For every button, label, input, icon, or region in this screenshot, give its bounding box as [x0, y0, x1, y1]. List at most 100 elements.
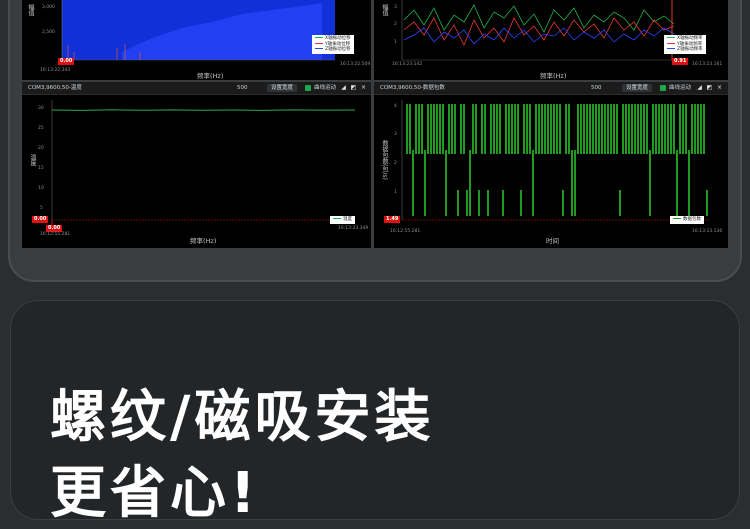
packet-bar	[610, 104, 612, 154]
packet-bar	[601, 104, 603, 154]
packet-bar	[415, 104, 417, 154]
packet-bar	[622, 104, 624, 154]
packet-bar	[553, 104, 555, 154]
packet-bar	[496, 104, 498, 154]
x-axis-label: 时间	[546, 237, 559, 245]
packet-bar	[616, 104, 618, 154]
packet-bar	[634, 104, 636, 154]
temperature-chart	[51, 100, 356, 230]
packet-bar	[475, 104, 477, 154]
packet-bar	[643, 104, 645, 154]
legend: 数据包数	[670, 216, 704, 224]
packet-bar	[535, 104, 537, 154]
packet-bar	[526, 104, 528, 154]
packet-bar	[592, 104, 594, 154]
chart-panel-top-right: 幅值 3 2 1 16:13:23.142 16:13:23.161 0.91 …	[374, 0, 728, 80]
packet-bar	[538, 104, 540, 154]
packet-bar	[577, 104, 579, 154]
packet-bar	[406, 104, 408, 154]
packet-bar	[631, 104, 633, 154]
packet-bar	[670, 104, 672, 154]
y-axis-label: 数据包数(包/s)	[381, 140, 388, 180]
packet-bar	[544, 104, 546, 154]
packet-bar	[520, 190, 522, 216]
legend: X轴振动频率 Y轴振动频率 Z轴振动频率	[664, 35, 706, 54]
packet-bar	[430, 104, 432, 154]
packet-bar	[529, 104, 531, 154]
packet-bar	[511, 104, 513, 154]
packet-bar	[439, 104, 441, 154]
y-tick: 30	[38, 106, 44, 111]
x-tick-start: 16:13:23.142	[392, 62, 423, 67]
packet-bar	[463, 104, 465, 154]
y-tick: 10	[38, 186, 44, 191]
packet-bar	[478, 190, 480, 216]
packet-bar	[589, 104, 591, 154]
packet-bar	[604, 104, 606, 154]
packet-bar	[568, 104, 570, 154]
packet-bar	[469, 150, 471, 216]
x-tick-start: 16:12:55.281	[40, 232, 71, 237]
packet-bar	[619, 190, 621, 216]
packet-bar	[640, 104, 642, 154]
packet-bar	[460, 104, 462, 154]
y-axis-label: 幅值	[381, 4, 388, 16]
chart-panel-temperature: COM3,9600,50-温度 500 设置宽度 曲线运动 ◢ ◩ × 温度 3…	[22, 82, 371, 248]
packet-bar	[646, 104, 648, 154]
packet-bar	[487, 190, 489, 216]
x-axis-label: 频率(Hz)	[190, 237, 217, 245]
packet-bar	[427, 104, 429, 154]
packet-bar	[598, 104, 600, 154]
packet-bar	[448, 104, 450, 154]
packet-bar	[562, 190, 564, 216]
packet-bar	[676, 150, 678, 216]
x-tick-end: 16:13:23.161	[692, 62, 723, 67]
packet-bar	[418, 104, 420, 154]
packet-bar	[652, 104, 654, 154]
packet-bar	[628, 104, 630, 154]
y-tick: 20	[38, 146, 44, 151]
packet-bar	[580, 104, 582, 154]
y-tick: 2,500	[42, 30, 55, 35]
packet-bar	[673, 104, 675, 154]
cursor-value-badge: 0.00	[58, 58, 75, 65]
legend: 温度	[330, 216, 355, 224]
cursor-value-badge: 0.00	[32, 216, 49, 223]
packet-bar	[637, 104, 639, 154]
packet-bar	[706, 190, 708, 216]
packet-bar	[541, 104, 543, 154]
packet-bar	[691, 104, 693, 154]
packet-bar	[451, 104, 453, 154]
packet-bar	[574, 150, 576, 216]
legend: X轴振动位移 Y轴振动位移 Z轴振动位移	[312, 35, 354, 54]
packet-bar	[442, 104, 444, 154]
packet-bar	[649, 150, 651, 216]
packet-bar	[697, 104, 699, 154]
packet-bar	[613, 104, 615, 154]
packet-bar	[433, 104, 435, 154]
chart-panel-top-left: 幅值 3,000 2,500 0.00 16:13:22.343 16:13:2…	[22, 0, 371, 80]
x-axis-label: 频率(Hz)	[197, 72, 224, 80]
packet-bar	[625, 104, 627, 154]
packet-bar	[502, 190, 504, 216]
packet-bar	[682, 104, 684, 154]
packet-bar	[424, 150, 426, 216]
cursor-value-badge-bottom: 0.00	[46, 225, 63, 232]
y-tick: 1	[394, 190, 397, 195]
packet-bar	[421, 104, 423, 154]
packet-bar	[586, 104, 588, 154]
packet-bar	[445, 150, 447, 216]
packet-bar	[571, 150, 573, 216]
x-axis-label: 频率(Hz)	[540, 72, 567, 80]
x-tick-end: 16:13:23.349	[338, 226, 369, 231]
y-tick: 3	[394, 5, 397, 10]
y-tick: 2	[394, 22, 397, 27]
packet-bar	[667, 104, 669, 154]
packet-bar	[556, 104, 558, 154]
packet-bar	[532, 150, 534, 216]
y-tick: 15	[38, 166, 44, 171]
packet-bar	[466, 190, 468, 216]
packet-bar	[523, 104, 525, 154]
packet-bar	[550, 104, 552, 154]
packet-bar	[700, 104, 702, 154]
